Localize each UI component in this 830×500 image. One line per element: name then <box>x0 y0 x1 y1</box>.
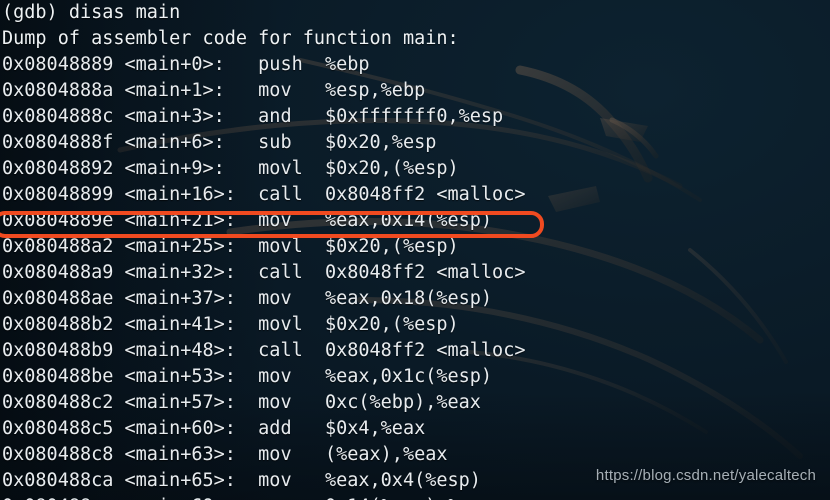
disassembly-line: 0x080488be <main+53>: mov %eax,0x1c(%esp) <box>0 364 830 390</box>
instruction-address: 0x08048889 <main+0>: <box>2 54 225 75</box>
disassembly-line: 0x080488ce <main+69>:mov0x14(%esp),%eax <box>0 494 830 500</box>
disassembly-line: 0x0804889e <main+21>: mov %eax,0x14(%esp) <box>0 208 830 234</box>
instruction-address: 0x0804888a <main+1>: <box>2 80 225 101</box>
instruction-mnemonic: mov <box>258 444 292 465</box>
disassembly-line: 0x080488c2 <main+57>: mov 0xc(%ebp),%eax <box>0 390 830 416</box>
instruction-mnemonic: add <box>258 418 292 439</box>
instruction-operands: $0x20,%esp <box>324 132 437 153</box>
instruction-mnemonic: call <box>258 262 303 283</box>
instruction-mnemonic: sub <box>258 132 292 153</box>
watermark-text: https://blog.csdn.net/yalecaltech <box>595 467 816 484</box>
instruction-mnemonic: mov <box>258 470 292 491</box>
instruction-mnemonic: mov <box>258 288 292 309</box>
instruction-operands: %ebp <box>324 54 370 75</box>
disassembly-line: 0x08048889 <main+0>: push %ebp <box>0 52 830 78</box>
gdb-console-output[interactable]: (gdb) disas main Dump of assembler code f… <box>0 0 830 500</box>
disassembly-line: 0x0804888a <main+1>: mov %esp,%ebp <box>0 78 830 104</box>
disassembly-line: 0x0804888c <main+3>: and $0xfffffff0,%esp <box>0 104 830 130</box>
disassembly-line: 0x080488a2 <main+25>: movl $0x20,(%esp) <box>0 234 830 260</box>
instruction-address: 0x08048892 <main+9>: <box>2 158 225 179</box>
disassembly-lines: 0x08048889 <main+0>: push %ebp 0x0804888a <… <box>0 52 830 500</box>
instruction-mnemonic: movl <box>258 236 303 257</box>
instruction-operands: $0x20,(%esp) <box>324 314 459 335</box>
instruction-mnemonic: mov <box>258 80 292 101</box>
instruction-mnemonic: mov <box>258 210 292 231</box>
disassembly-line: 0x080488ae <main+37>: mov %eax,0x18(%esp) <box>0 286 830 312</box>
instruction-address: 0x080488c2 <main+57>: <box>2 392 236 413</box>
instruction-mnemonic: movl <box>258 314 303 335</box>
instruction-address: 0x080488ce <main+69>: <box>2 494 258 500</box>
instruction-operands: 0x8048ff2 <malloc> <box>324 184 526 205</box>
instruction-mnemonic: mov <box>258 392 292 413</box>
instruction-address: 0x080488ca <main+65>: <box>2 470 236 491</box>
instruction-address: 0x080488a2 <main+25>: <box>2 236 236 257</box>
instruction-address: 0x08048899 <main+16>: <box>2 184 236 205</box>
instruction-address: 0x080488a9 <main+32>: <box>2 262 236 283</box>
instruction-operands: $0x20,(%esp) <box>324 236 459 257</box>
instruction-address: 0x080488b2 <main+41>: <box>2 314 236 335</box>
instruction-address: 0x0804889e <main+21>: <box>2 210 236 231</box>
disassembly-line: 0x080488b2 <main+41>: movl $0x20,(%esp) <box>0 312 830 338</box>
instruction-operands: (%eax),%eax <box>324 444 448 465</box>
instruction-operands: $0x20,(%esp) <box>324 158 459 179</box>
disassembly-line: 0x0804888f <main+6>: sub $0x20,%esp <box>0 130 830 156</box>
disassembly-line: 0x08048899 <main+16>: call 0x8048ff2 <mall… <box>0 182 830 208</box>
instruction-operands: $0xfffffff0,%esp <box>324 106 504 127</box>
instruction-address: 0x0804888c <main+3>: <box>2 106 225 127</box>
instruction-mnemonic: push <box>258 54 303 75</box>
instruction-mnemonic: call <box>258 184 303 205</box>
instruction-address: 0x0804888f <main+6>: <box>2 132 225 153</box>
gdb-prompt-line: (gdb) disas main <box>2 2 181 23</box>
instruction-operands: $0x4,%eax <box>324 418 426 439</box>
instruction-address: 0x080488b9 <main+48>: <box>2 340 236 361</box>
instruction-operands: %eax,0x14(%esp) <box>324 210 493 231</box>
instruction-operands: %eax,0x1c(%esp) <box>324 366 493 387</box>
instruction-operands: %eax,0x4(%esp) <box>324 470 481 491</box>
instruction-operands: 0x14(%esp),%eax <box>325 494 492 500</box>
instruction-operands: 0xc(%ebp),%eax <box>324 392 481 413</box>
instruction-mnemonic: movl <box>258 158 303 179</box>
disassembly-line: 0x080488b9 <main+48>: call 0x8048ff2 <mall… <box>0 338 830 364</box>
instruction-operands: 0x8048ff2 <malloc> <box>324 262 526 283</box>
disassembly-line: 0x080488c8 <main+63>: mov (%eax),%eax <box>0 442 830 468</box>
instruction-operands: 0x8048ff2 <malloc> <box>324 340 526 361</box>
disassembly-line: 0x080488c5 <main+60>: add $0x4,%eax <box>0 416 830 442</box>
instruction-operands: %esp,%ebp <box>324 80 426 101</box>
instruction-address: 0x080488be <main+53>: <box>2 366 236 387</box>
disassembly-line: 0x080488a9 <main+32>: call 0x8048ff2 <mall… <box>0 260 830 286</box>
gdb-header-line: Dump of assembler code for function main… <box>2 28 459 49</box>
instruction-mnemonic: mov <box>258 494 325 500</box>
instruction-address: 0x080488c5 <main+60>: <box>2 418 236 439</box>
instruction-address: 0x080488c8 <main+63>: <box>2 444 236 465</box>
instruction-address: 0x080488ae <main+37>: <box>2 288 236 309</box>
instruction-operands: %eax,0x18(%esp) <box>324 288 493 309</box>
terminal-window: (gdb) disas main Dump of assembler code f… <box>0 0 830 500</box>
disassembly-line: 0x08048892 <main+9>: movl $0x20,(%esp) <box>0 156 830 182</box>
instruction-mnemonic: call <box>258 340 303 361</box>
instruction-mnemonic: and <box>258 106 292 127</box>
instruction-mnemonic: mov <box>258 366 292 387</box>
